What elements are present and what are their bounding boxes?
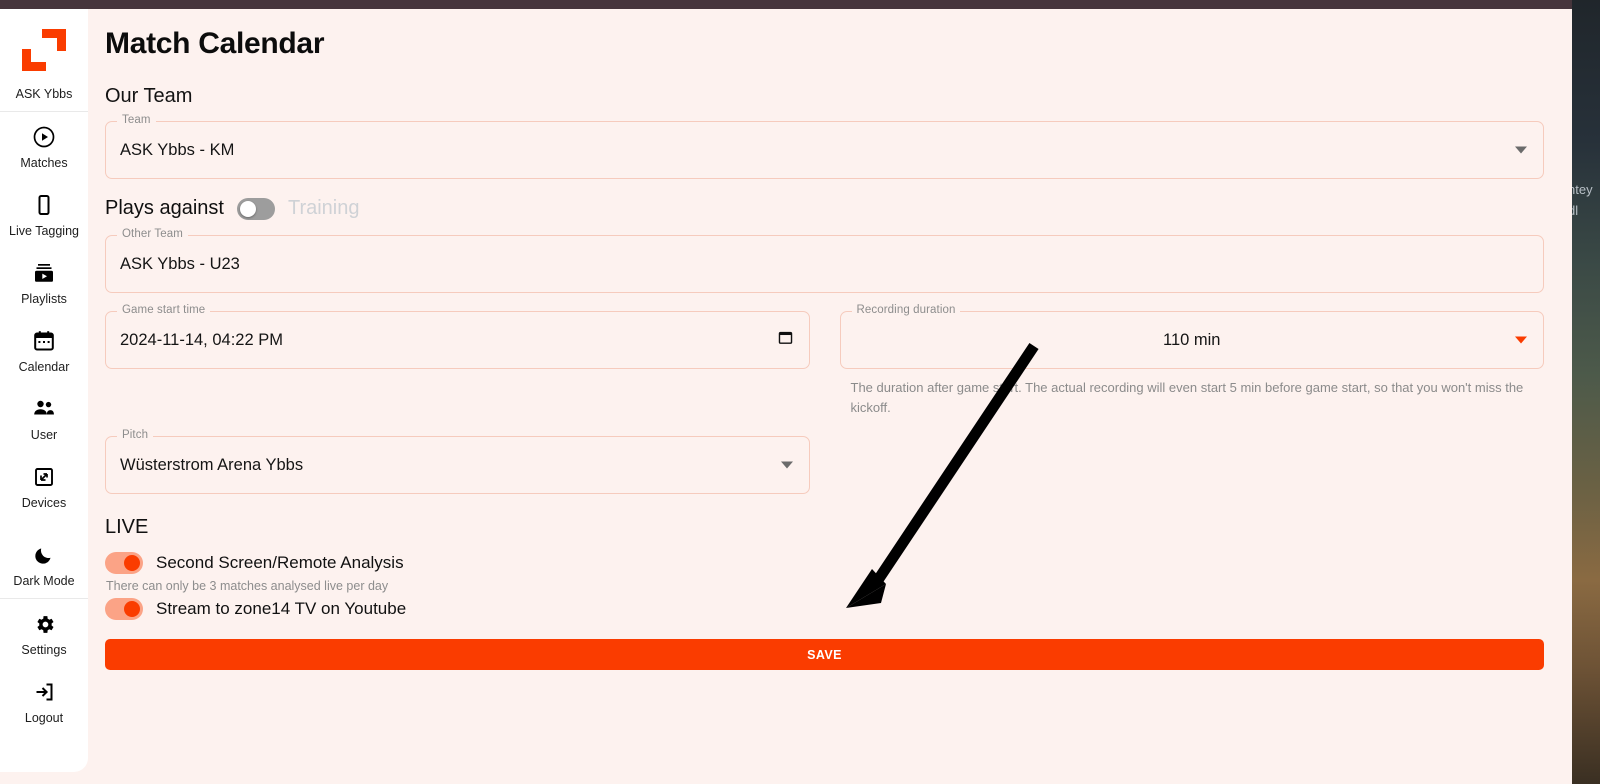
calendar-icon	[31, 328, 57, 354]
sidebar-item-logout[interactable]: Logout	[0, 667, 88, 735]
sidebar-item-settings[interactable]: Settings	[0, 599, 88, 667]
sidebar-item-live-tagging[interactable]: Live Tagging	[0, 180, 88, 248]
chevron-down-icon[interactable]	[1515, 146, 1527, 154]
plays-against-label: Plays against	[105, 197, 224, 219]
logout-arrow-icon	[31, 679, 57, 705]
game-start-time-field[interactable]: Game start time 2024-11-14, 04:22 PM	[105, 304, 810, 369]
main-content: Match Calendar Our Team Team ASK Ybbs - …	[88, 9, 1572, 772]
gear-icon	[31, 611, 57, 637]
stream-youtube-row: Stream to zone14 TV on Youtube	[105, 598, 1544, 621]
zone14-logo-icon	[22, 29, 66, 71]
sidebar-item-label: Devices	[21, 496, 67, 510]
app-window: ASK Ybbs Matches Live Tagging Playlists …	[0, 0, 1572, 784]
sidebar-item-matches[interactable]: Matches	[0, 112, 88, 180]
stream-youtube-label: Stream to zone14 TV on Youtube	[156, 599, 407, 619]
chevron-down-icon[interactable]	[780, 461, 793, 469]
sidebar-item-label: Calendar	[18, 360, 70, 374]
recording-duration-label: Recording duration	[851, 304, 961, 316]
recording-duration-value: 110 min	[1163, 330, 1221, 349]
team-field-label: Team	[117, 114, 156, 126]
recording-duration-select[interactable]: Recording duration 110 min	[839, 304, 1544, 369]
sidebar-item-label: Dark Mode	[13, 574, 75, 588]
brand-name: ASK Ybbs	[15, 87, 73, 101]
game-start-time-label: Game start time	[117, 304, 211, 316]
play-circle-icon	[31, 124, 57, 150]
sidebar-nav-secondary: Settings Logout	[0, 599, 88, 735]
page-title: Match Calendar	[105, 27, 325, 60]
sidebar-item-playlists[interactable]: Playlists	[0, 248, 88, 316]
sidebar-item-label: Logout	[24, 711, 64, 725]
second-screen-label: Second Screen/Remote Analysis	[156, 553, 404, 573]
recording-duration-helper: The duration after game start. The actua…	[850, 380, 1524, 416]
desktop-edge-text: ntey dl	[1568, 182, 1593, 218]
sidebar-nav-primary: Matches Live Tagging Playlists Calendar …	[0, 112, 88, 598]
sidebar-item-devices[interactable]: Devices	[0, 452, 88, 520]
other-team-value: ASK Ybbs - U23	[120, 254, 240, 273]
pitch-label: Pitch	[117, 429, 154, 442]
sidebar-item-label: Playlists	[21, 292, 67, 306]
sidebar-item-label: Settings	[21, 643, 67, 657]
video-library-icon	[31, 260, 57, 286]
sidebar-item-label: User	[30, 428, 58, 442]
other-team-field[interactable]: Other Team ASK Ybbs - U23	[105, 228, 1544, 293]
team-value: ASK Ybbs - KM	[120, 140, 235, 159]
training-toggle[interactable]	[236, 197, 275, 220]
device-frame-icon	[31, 464, 57, 490]
other-team-field-label: Other Team	[117, 228, 188, 240]
our-team-section-title: Our Team	[105, 85, 193, 107]
people-icon	[31, 396, 57, 422]
brand: ASK Ybbs	[0, 29, 88, 111]
second-screen-toggle[interactable]	[105, 552, 143, 575]
sidebar-item-calendar[interactable]: Calendar	[0, 316, 88, 384]
second-screen-row: Second Screen/Remote Analysis	[105, 552, 1544, 575]
pitch-value: Wüsterstrom Arena Ybbs	[120, 455, 304, 474]
sidebar-item-user[interactable]: User	[0, 384, 88, 452]
moon-icon	[31, 542, 57, 568]
calendar-picker-icon[interactable]	[777, 329, 794, 351]
sidebar-item-dark-mode[interactable]: Dark Mode	[0, 520, 88, 598]
second-screen-note: There can only be 3 matches analysed liv…	[106, 579, 389, 594]
mobile-phone-icon	[31, 192, 57, 218]
browser-title-bar	[0, 0, 1572, 9]
game-start-time-value: 2024-11-14, 04:22 PM	[120, 330, 283, 349]
training-label: Training	[287, 197, 360, 219]
chevron-down-icon[interactable]	[1515, 336, 1527, 344]
live-section-title: LIVE	[105, 516, 149, 539]
pitch-select[interactable]: Pitch Wüsterstrom Arena Ybbs	[105, 429, 810, 495]
stream-youtube-toggle[interactable]	[105, 598, 143, 621]
team-select[interactable]: Team ASK Ybbs - KM	[105, 114, 1544, 179]
save-button[interactable]: SAVE	[105, 639, 1544, 671]
plays-against-row: Plays against Training	[105, 197, 1544, 220]
sidebar-item-label: Matches	[20, 156, 68, 170]
sidebar: ASK Ybbs Matches Live Tagging Playlists …	[0, 9, 88, 772]
sidebar-item-label: Live Tagging	[9, 224, 79, 238]
